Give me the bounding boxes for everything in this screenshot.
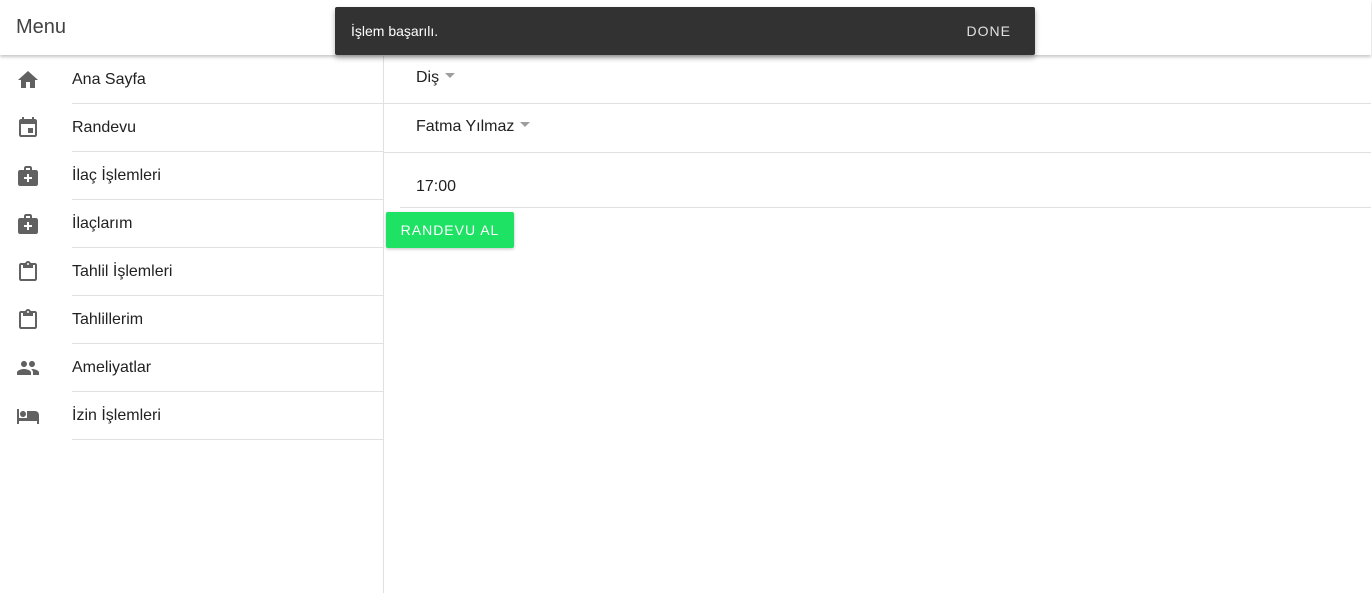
sidebar-item-ana-sayfa[interactable]: Ana Sayfa [0,56,383,104]
people-icon [16,356,40,380]
doctor-select[interactable]: Fatma Yılmaz [416,117,531,137]
appointment-form: Diş Fatma Yılmaz 17:00 RANDEVU AL [384,56,1371,593]
department-select-row: Diş [384,56,1371,104]
snackbar-done-button[interactable]: DONE [967,22,1011,40]
sidebar-item-label: Ameliyatlar [72,359,152,376]
dropdown-caret-icon [445,73,456,79]
department-select[interactable]: Diş [416,68,456,88]
sidebar-item-izin-islemleri[interactable]: İzin İşlemleri [0,392,383,440]
sidebar-item-label: Randevu [72,119,137,136]
divider [72,439,383,440]
snackbar: İşlem başarılı. DONE [335,7,1035,55]
snackbar-message: İşlem başarılı. [351,23,439,39]
home-icon [16,68,40,92]
sidebar-item-label: İlaç İşlemleri [72,167,161,184]
medical-bag-icon [16,212,40,236]
sidebar-item-tahlillerim[interactable]: Tahlillerim [0,296,383,344]
calendar-icon [16,116,40,140]
dropdown-caret-icon [520,122,531,128]
sidebar-item-ilac-islemleri[interactable]: İlaç İşlemleri [0,152,383,200]
time-field[interactable]: 17:00 [400,162,1371,208]
sidebar-item-label: İzin İşlemleri [72,407,161,424]
doctor-select-value: Fatma Yılmaz [416,118,515,135]
sidebar-item-label: Tahlil İşlemleri [72,263,173,280]
time-value: 17:00 [416,178,457,195]
clipboard-icon [16,308,40,332]
sidebar-item-ilaclarim[interactable]: İlaçlarım [0,200,383,248]
randevu-al-button[interactable]: RANDEVU AL [386,212,514,248]
sidebar-item-randevu[interactable]: Randevu [0,104,383,152]
sidebar-menu: Ana Sayfa Randevu İlaç İşlemleri İlaçlar… [0,56,384,593]
header-title: Menu [16,16,67,38]
sidebar-item-label: Ana Sayfa [72,71,146,88]
app-root: Menu Ana Sayfa Randevu İlaç İşlemleri İl… [0,0,1372,593]
sidebar-item-tahlil-islemleri[interactable]: Tahlil İşlemleri [0,248,383,296]
sidebar-item-label: Tahlillerim [72,311,144,328]
doctor-select-row [384,104,1371,153]
sidebar-item-label: İlaçlarım [72,215,133,232]
clipboard-icon [16,260,40,284]
department-select-value: Diş [416,69,440,86]
sidebar-item-ameliyatlar[interactable]: Ameliyatlar [0,344,383,392]
bed-icon [16,404,40,428]
medical-bag-icon [16,164,40,188]
